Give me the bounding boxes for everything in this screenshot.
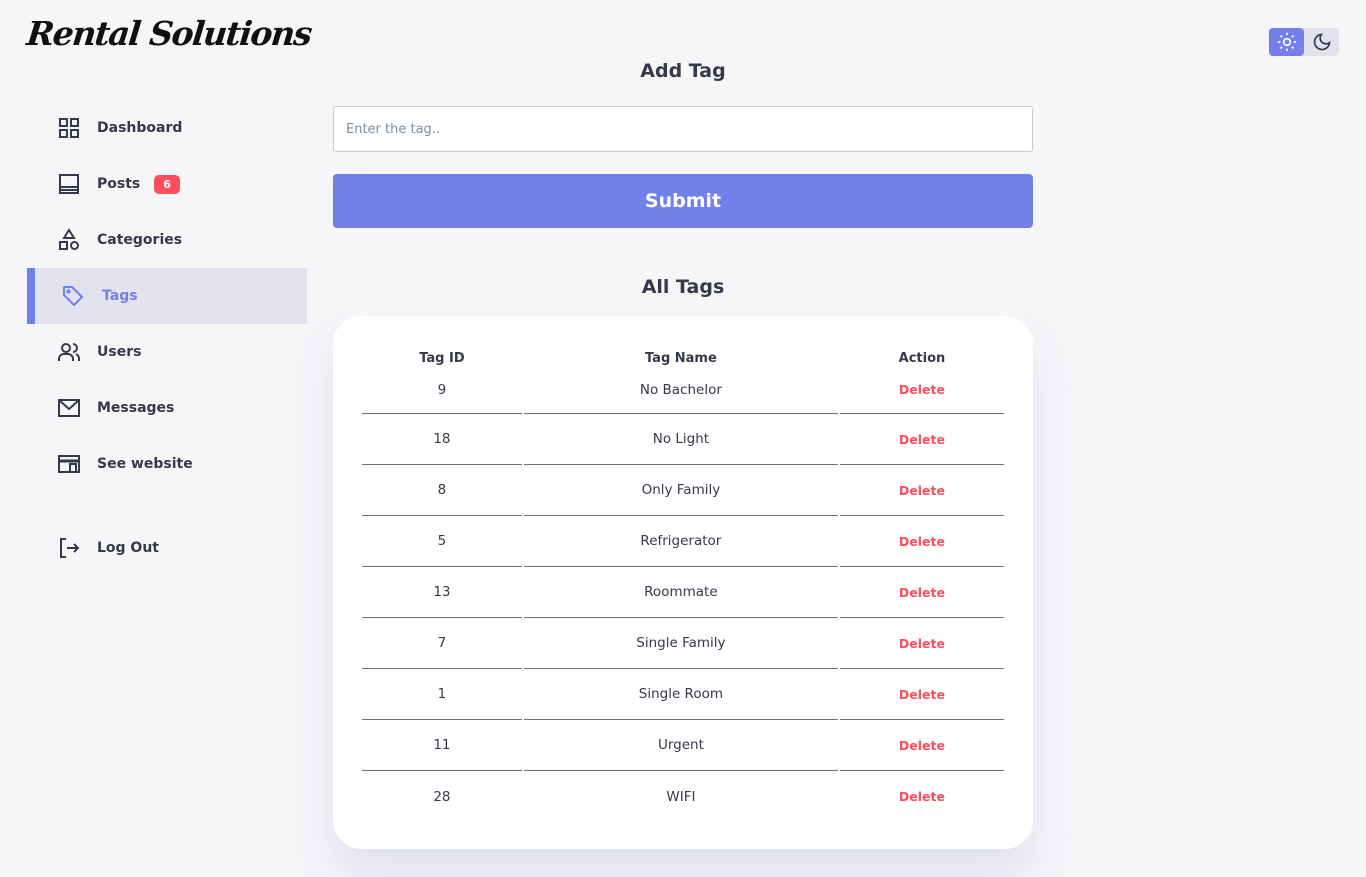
tag-name-cell: Roommate xyxy=(523,567,838,618)
tag-id-cell: 1 xyxy=(362,669,522,720)
tag-id-cell: 8 xyxy=(362,465,522,516)
delete-button[interactable]: Delete xyxy=(839,567,1004,618)
table-row: 13 Roommate Delete xyxy=(362,567,1004,618)
delete-button[interactable]: Delete xyxy=(839,366,1004,414)
sidebar-item-see-website[interactable]: See website xyxy=(27,436,307,492)
submit-button[interactable]: Submit xyxy=(333,174,1033,228)
tag-name-cell: Refrigerator xyxy=(523,516,838,567)
tag-id-cell: 28 xyxy=(433,788,451,805)
sidebar-item-categories[interactable]: Categories xyxy=(27,212,307,268)
delete-button[interactable]: Delete xyxy=(839,618,1004,669)
table-row: 9 No Bachelor Delete xyxy=(362,366,1004,414)
delete-button[interactable]: Delete xyxy=(839,465,1004,516)
all-tags-title: All Tags xyxy=(641,276,725,298)
tag-id-cell: 18 xyxy=(362,414,522,465)
sidebar-item-users[interactable]: Users xyxy=(27,324,307,380)
sidebar-item-messages[interactable]: Messages xyxy=(27,380,307,436)
sidebar-item-posts[interactable]: Posts 6 xyxy=(27,156,307,212)
delete-button[interactable]: Delete xyxy=(839,669,1004,720)
tag-name-cell: Single Family xyxy=(523,618,838,669)
table-row: 11 Urgent Delete xyxy=(362,720,1004,771)
posts-icon xyxy=(57,172,81,196)
sidebar-item-label: Dashboard xyxy=(97,120,183,136)
tag-input[interactable] xyxy=(333,106,1033,152)
delete-button[interactable]: Delete xyxy=(839,414,1004,465)
tag-name-cell: No Bachelor xyxy=(523,366,838,414)
table-row: 7 Single Family Delete xyxy=(362,618,1004,669)
column-header-action: Action xyxy=(898,351,946,366)
sidebar-item-label: Messages xyxy=(97,400,175,416)
table-row: 8 Only Family Delete xyxy=(362,465,1004,516)
tag-name-cell: Single Room xyxy=(523,669,838,720)
table-row: 1 Single Room Delete xyxy=(362,669,1004,720)
table-row: 18 No Light Delete xyxy=(362,414,1004,465)
add-tag-title: Add Tag xyxy=(640,60,726,82)
sidebar-item-label: Tags xyxy=(102,288,138,304)
tag-name-cell: Urgent xyxy=(523,720,838,771)
logout-icon xyxy=(57,536,81,560)
sidebar-item-label: Categories xyxy=(97,232,183,248)
users-icon xyxy=(57,340,81,364)
tag-id-cell: 5 xyxy=(362,516,522,567)
tag-id-cell: 7 xyxy=(362,618,522,669)
table-row: 28 WIFI Delete xyxy=(362,771,1004,822)
tag-icon xyxy=(61,284,85,308)
tag-name-cell: WIFI xyxy=(666,788,696,805)
column-header-tag-id: Tag ID xyxy=(419,351,465,366)
website-icon xyxy=(57,452,81,476)
sidebar-item-logout[interactable]: Log Out xyxy=(27,520,307,576)
column-header-tag-name: Tag Name xyxy=(644,351,717,366)
sun-icon[interactable] xyxy=(1269,28,1304,56)
table-row: 5 Refrigerator Delete xyxy=(362,516,1004,567)
posts-count-badge: 6 xyxy=(154,174,180,194)
brand-logo[interactable]: Rental Solutions xyxy=(25,14,313,53)
sidebar-item-label: Users xyxy=(97,344,142,360)
delete-button[interactable]: Delete xyxy=(839,516,1004,567)
sidebar: Dashboard Posts 6 Categories Tags Users … xyxy=(27,100,307,576)
tag-id-cell: 13 xyxy=(362,567,522,618)
categories-shapes-icon xyxy=(57,228,81,252)
delete-button[interactable]: Delete xyxy=(839,720,1004,771)
sidebar-item-tags[interactable]: Tags xyxy=(27,268,307,324)
tag-id-cell: 11 xyxy=(362,720,522,771)
sidebar-item-label: Log Out xyxy=(97,540,159,556)
tag-id-cell: 9 xyxy=(362,366,522,414)
theme-toggle[interactable] xyxy=(1269,28,1339,56)
tag-name-cell: No Light xyxy=(523,414,838,465)
sidebar-item-dashboard[interactable]: Dashboard xyxy=(27,100,307,156)
sidebar-item-label: See website xyxy=(97,456,193,472)
tags-table: Tag ID Tag Name Action 9 No Bachelor Del… xyxy=(360,340,1006,822)
dashboard-grid-icon xyxy=(57,116,81,140)
moon-icon[interactable] xyxy=(1304,28,1339,56)
tag-name-cell: Only Family xyxy=(523,465,838,516)
tags-table-card: Tag ID Tag Name Action 9 No Bachelor Del… xyxy=(333,316,1033,849)
mail-icon xyxy=(57,396,81,420)
sidebar-item-label: Posts xyxy=(97,176,141,192)
delete-button[interactable]: Delete xyxy=(840,771,1004,822)
